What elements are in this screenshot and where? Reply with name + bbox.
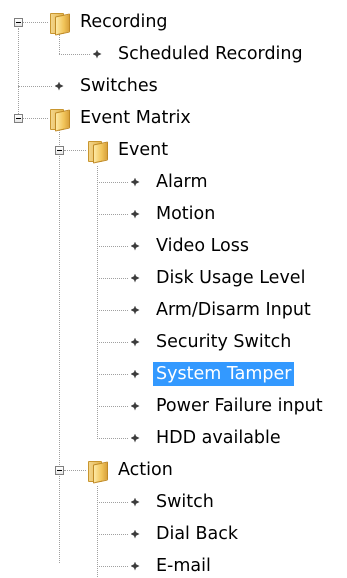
tree-connector <box>64 150 86 151</box>
tree-connector <box>97 374 128 375</box>
collapse-toggle-icon[interactable] <box>14 114 23 123</box>
bullet-icon <box>129 208 141 220</box>
tree-item-hdd-available[interactable]: HDD available <box>153 426 284 450</box>
tree-item-event-matrix[interactable]: Event Matrix <box>77 106 194 130</box>
tree-connector <box>97 502 128 503</box>
tree-item-disk-usage-level[interactable]: Disk Usage Level <box>153 266 308 290</box>
tree-line-event-matrix <box>59 130 60 563</box>
bullet-icon <box>129 304 141 316</box>
navigation-tree: Recording Scheduled Recording Switches Even… <box>0 0 347 577</box>
tree-item-system-tamper[interactable]: System Tamper <box>153 362 295 386</box>
tree-line-recording <box>59 34 60 54</box>
tree-connector <box>59 54 90 55</box>
collapse-toggle-icon[interactable] <box>55 466 64 475</box>
bullet-icon <box>129 560 141 572</box>
collapse-toggle-icon[interactable] <box>14 18 23 27</box>
tree-connector <box>97 566 128 567</box>
bullet-icon <box>129 528 141 540</box>
bullet-icon <box>129 240 141 252</box>
tree-connector <box>97 246 128 247</box>
collapse-toggle-icon[interactable] <box>55 146 64 155</box>
tree-item-switches[interactable]: Switches <box>77 74 161 98</box>
tree-item-event[interactable]: Event <box>115 138 171 162</box>
tree-line-action <box>97 486 98 577</box>
tree-connector <box>97 534 128 535</box>
tree-connector <box>23 118 48 119</box>
tree-connector <box>23 22 48 23</box>
tree-item-arm-disarm-input[interactable]: Arm/Disarm Input <box>153 298 314 322</box>
bullet-icon <box>129 368 141 380</box>
bullet-icon <box>129 176 141 188</box>
tree-connector <box>97 182 128 183</box>
tree-connector <box>64 470 86 471</box>
folder-icon <box>87 139 108 164</box>
bullet-icon <box>129 272 141 284</box>
tree-item-recording[interactable]: Recording <box>77 10 171 34</box>
bullet-icon <box>53 80 65 92</box>
tree-item-switch[interactable]: Switch <box>153 490 217 514</box>
tree-connector <box>97 310 128 311</box>
tree-connector <box>97 406 128 407</box>
bullet-icon <box>129 400 141 412</box>
tree-item-power-failure-input[interactable]: Power Failure input <box>153 394 326 418</box>
bullet-icon <box>129 432 141 444</box>
tree-item-security-switch[interactable]: Security Switch <box>153 330 294 354</box>
folder-icon <box>49 11 70 36</box>
tree-connector <box>18 86 52 87</box>
tree-connector <box>97 342 128 343</box>
tree-item-video-loss[interactable]: Video Loss <box>153 234 252 258</box>
bullet-icon <box>129 336 141 348</box>
tree-line-event <box>97 166 98 439</box>
tree-line-root <box>18 28 19 118</box>
bullet-icon <box>129 496 141 508</box>
tree-connector <box>97 278 128 279</box>
tree-connector <box>97 214 128 215</box>
tree-item-alarm[interactable]: Alarm <box>153 170 211 194</box>
tree-item-e-mail[interactable]: E-mail <box>153 554 214 578</box>
tree-item-scheduled-recording[interactable]: Scheduled Recording <box>115 42 306 66</box>
tree-item-action[interactable]: Action <box>115 458 176 482</box>
folder-icon <box>49 107 70 132</box>
tree-item-motion[interactable]: Motion <box>153 202 218 226</box>
bullet-icon <box>91 48 103 60</box>
tree-item-dial-back[interactable]: Dial Back <box>153 522 241 546</box>
folder-icon <box>87 459 108 484</box>
tree-connector <box>97 438 128 439</box>
